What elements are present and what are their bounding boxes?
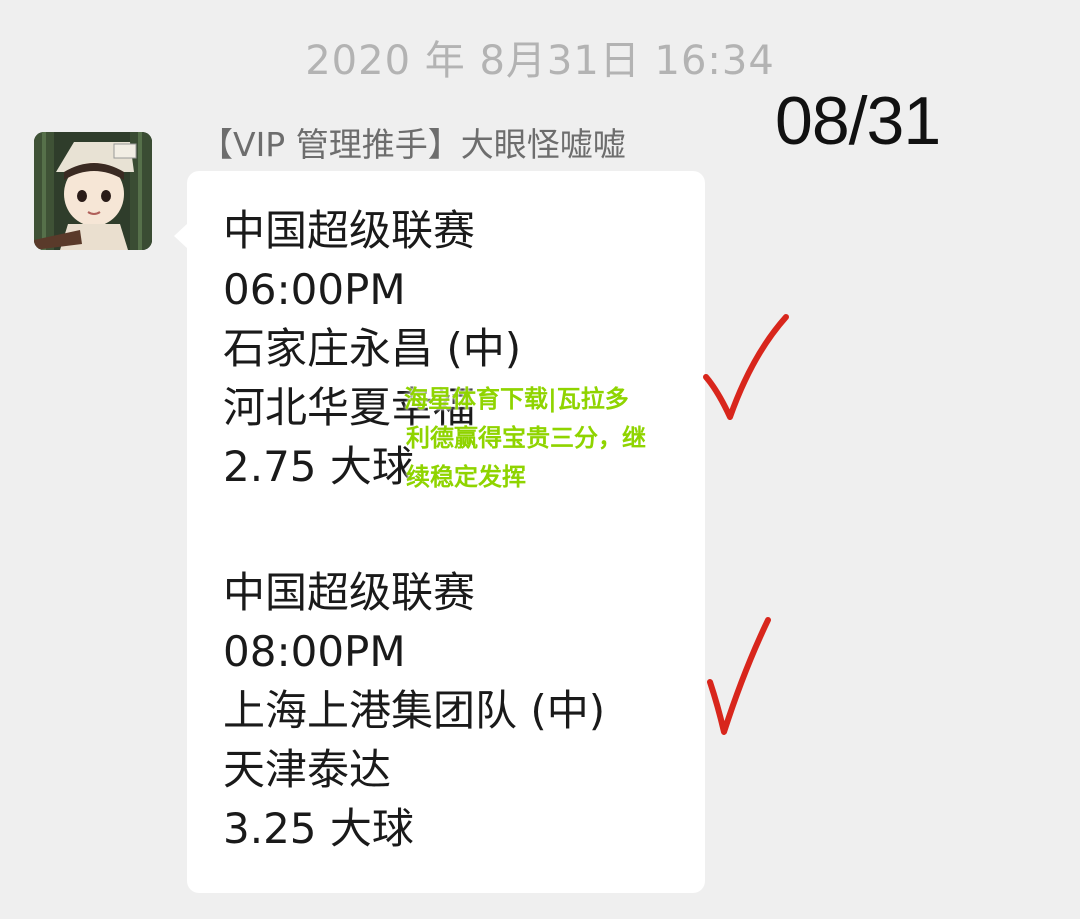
league-name: 中国超级联赛 <box>223 568 476 617</box>
match-time: 08:00PM <box>223 627 406 676</box>
promo-watermark: 海星体育下载|瓦拉多 利德赢得宝贵三分，继 续稳定发挥 <box>404 380 684 497</box>
message-timestamp: 2020 年 8月31日 16:34 <box>305 38 775 84</box>
cartoon-avatar-icon <box>34 132 152 250</box>
match-message-2: 中国超级联赛 08:00PM 上海上港集团队 (中) 天津泰达 3.25 大球 <box>223 563 605 858</box>
sender-avatar[interactable] <box>34 132 152 250</box>
home-team: 石家庄永昌 (中) <box>223 324 522 373</box>
match-time: 06:00PM <box>223 265 406 314</box>
watermark-line: 利德赢得宝贵三分，继 <box>406 424 646 452</box>
handwritten-date-annotation: 08/31 <box>775 83 941 159</box>
watermark-line: 续稳定发挥 <box>406 463 526 491</box>
watermark-line: 海星体育下载|瓦拉多 <box>404 385 629 413</box>
checkmark-icon <box>707 617 771 735</box>
checkmark-icon <box>703 314 789 420</box>
away-team: 天津泰达 <box>223 745 392 794</box>
league-name: 中国超级联赛 <box>223 206 476 255</box>
betting-pick: 3.25 大球 <box>223 804 414 853</box>
message-bubble[interactable]: 中国超级联赛 06:00PM 石家庄永昌 (中) 河北华夏幸福 2.75 大球 … <box>174 171 705 893</box>
sender-name: 【VIP 管理推手】大眼怪嘘嘘 <box>200 125 626 164</box>
home-team: 上海上港集团队 (中) <box>223 686 606 735</box>
